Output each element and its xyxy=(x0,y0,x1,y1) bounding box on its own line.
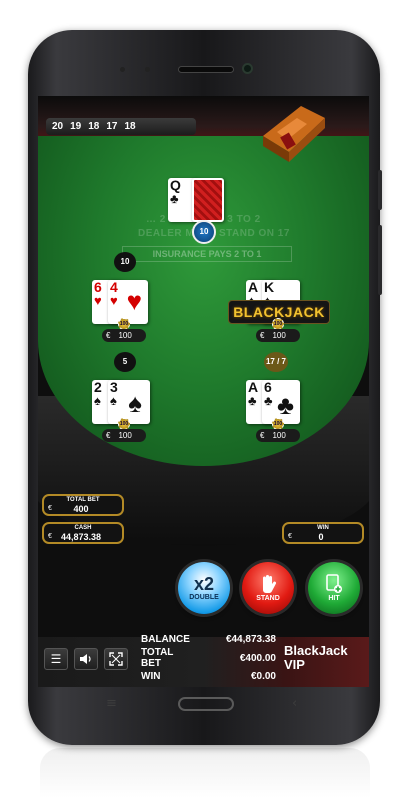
menu-button[interactable]: ☰ xyxy=(44,648,68,670)
currency-symbol: € xyxy=(260,431,265,440)
hand-score: 10 xyxy=(114,252,136,272)
game-title: BlackJack VIP xyxy=(284,643,348,672)
hand-bet: €100 xyxy=(102,429,146,442)
total-bet-value: 400 xyxy=(73,504,89,514)
win-label: WIN xyxy=(317,525,329,531)
fullscreen-icon xyxy=(109,652,123,666)
player-card: 4 ♥ ♥ xyxy=(108,280,148,324)
win-box: WIN € 0 xyxy=(282,522,364,544)
sensor xyxy=(120,67,125,72)
total-bet-label: TOTAL BET xyxy=(66,497,100,503)
card-pip: ♣ xyxy=(276,390,294,420)
menu-key-icon: ≡ xyxy=(106,696,117,711)
game-screen: 20 19 18 17 18 … 2 TO 1 PAYS 3 TO 2 DEAL… xyxy=(38,96,369,687)
hand-score: 17 / 7 xyxy=(264,352,288,372)
card-pip: ♠ xyxy=(128,388,142,418)
history-value: 20 xyxy=(52,121,64,132)
card-suit: ♠ xyxy=(110,393,117,408)
bet-amount: 100 xyxy=(118,431,132,440)
card-plus-icon xyxy=(326,574,342,593)
balance-value: €44,873.38 xyxy=(225,634,276,645)
hit-label: HIT xyxy=(328,595,340,602)
card-suit: ♥ xyxy=(94,293,102,308)
power-button xyxy=(378,225,382,295)
volume-button xyxy=(378,170,382,210)
sensor xyxy=(145,67,150,72)
hamburger-icon: ☰ xyxy=(50,652,62,666)
total-bet-box: TOTAL BET € 400 xyxy=(42,494,124,516)
card-suit: ♥ xyxy=(110,293,118,308)
stand-label: STAND xyxy=(256,595,280,602)
hand-bet: €100 xyxy=(102,329,146,342)
card-suit: ♠ xyxy=(94,393,101,408)
win-row: WIN €0.00 xyxy=(141,671,276,682)
double-button[interactable]: x2 DOUBLE xyxy=(178,562,230,614)
currency-symbol: € xyxy=(106,331,111,340)
card-suit: ♣ xyxy=(170,191,179,206)
hand-stop-icon xyxy=(263,575,277,593)
dealer-hole-card xyxy=(192,178,224,222)
card-suit: ♣ xyxy=(264,393,273,408)
stand-button[interactable]: STAND xyxy=(242,562,294,614)
hand-bet: €100 xyxy=(256,329,300,342)
sound-button[interactable] xyxy=(74,648,98,670)
insurance-banner: INSURANCE PAYS 2 TO 1 xyxy=(122,246,292,262)
balance-label: BALANCE xyxy=(141,634,190,645)
speaker-icon xyxy=(80,654,91,664)
win-value: 0 xyxy=(318,532,324,542)
bet-amount: 100 xyxy=(118,331,132,340)
win-value: €0.00 xyxy=(250,671,276,682)
front-camera xyxy=(242,63,253,74)
player-card: 3 ♠ ♠ xyxy=(108,380,150,424)
balance-row: BALANCE €44,873.38 xyxy=(141,634,276,645)
score-history: 20 19 18 17 18 xyxy=(46,118,196,135)
dealer-score: 10 xyxy=(192,220,216,244)
history-value: 18 xyxy=(124,121,136,132)
total-bet-row: TOTAL BET €400.00 xyxy=(141,647,276,669)
back-key-icon: ‹ xyxy=(292,696,298,711)
total-bet-value: €400.00 xyxy=(239,653,276,664)
hand-score: 5 xyxy=(114,352,136,372)
card-shoe-icon xyxy=(263,106,325,162)
earpiece-speaker xyxy=(178,66,234,73)
total-bet-label-line1: TOTAL xyxy=(141,647,174,658)
cash-value: 44,873.38 xyxy=(60,532,102,542)
hand-bet: €100 xyxy=(256,429,300,442)
double-multiplier: x2 xyxy=(193,574,215,594)
currency-symbol: € xyxy=(260,331,265,340)
total-bet-label-line2: BET xyxy=(141,658,161,669)
bet-amount: 100 xyxy=(272,331,286,340)
card-pip: ♥ xyxy=(126,286,142,316)
double-label: DOUBLE xyxy=(189,594,219,601)
device-mockup: ≡ ‹ 20 19 18 17 18 … 2 TO 1 PAYS 3 TO 2 … xyxy=(0,0,410,800)
win-label: WIN xyxy=(141,671,161,682)
history-value: 19 xyxy=(70,121,82,132)
cash-label: CASH xyxy=(74,525,92,531)
currency-symbol: € xyxy=(106,431,111,440)
cash-box: CASH € 44,873.38 xyxy=(42,522,124,544)
fullscreen-button[interactable] xyxy=(104,648,128,670)
history-value: 17 xyxy=(106,121,118,132)
home-button[interactable] xyxy=(178,697,234,711)
bet-amount: 100 xyxy=(272,431,286,440)
player-card: 6 ♣ ♣ xyxy=(262,380,300,424)
card-suit: ♣ xyxy=(248,393,257,408)
hit-button[interactable]: HIT xyxy=(308,562,360,614)
history-value: 18 xyxy=(88,121,100,132)
phone-reflection xyxy=(40,748,370,798)
